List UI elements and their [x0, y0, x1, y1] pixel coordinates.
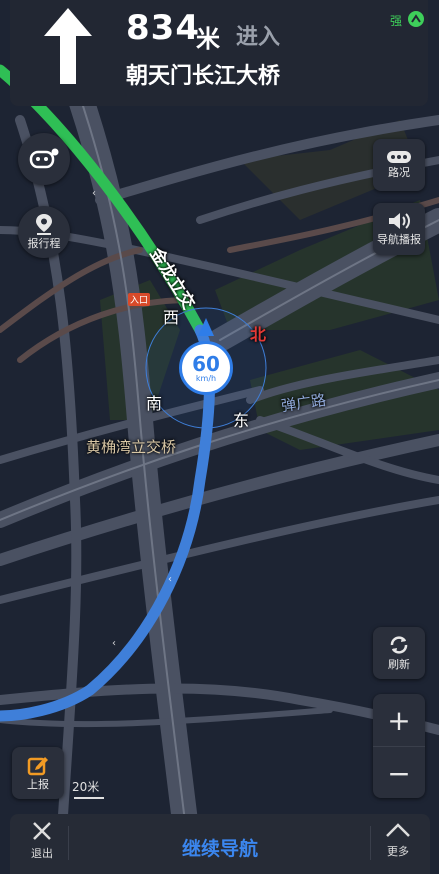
exit-label: 退出	[31, 847, 53, 860]
gps-signal-strength: 强	[390, 14, 403, 28]
scale-label: 20米	[72, 780, 100, 794]
nav-broadcast-button[interactable]: 导航播报	[373, 203, 425, 255]
distance-unit: 米	[196, 25, 220, 53]
road-label-huangjuewan: 黄桷湾立交桥	[86, 438, 177, 456]
refresh-button[interactable]: 刷新	[373, 627, 425, 679]
report-trip-label: 报行程	[27, 237, 61, 250]
chevron-up-icon	[386, 823, 410, 837]
speed-value: 60	[192, 351, 220, 376]
svg-text:‹: ‹	[168, 574, 172, 585]
refresh-icon	[390, 636, 408, 654]
map-scale: 20米	[72, 778, 104, 799]
scale-bar	[74, 797, 104, 799]
speaker-icon	[389, 213, 410, 229]
continue-navigation-button[interactable]: 继续导航	[150, 834, 290, 861]
more-label: 更多	[387, 845, 409, 858]
traffic-dots-icon	[387, 151, 411, 163]
divider	[370, 826, 371, 860]
robot-icon	[29, 148, 59, 169]
compass-north: 北	[250, 325, 267, 344]
report-trip-button[interactable]: 报行程	[18, 206, 70, 258]
svg-text:‹: ‹	[112, 638, 116, 649]
entrance-badge: 入口	[128, 293, 151, 306]
straight-arrow-icon	[44, 8, 92, 84]
zoom-in-button[interactable]: +	[373, 694, 425, 747]
location-pin-icon	[36, 214, 52, 235]
svg-text:‹: ‹	[92, 188, 96, 199]
next-road-name: 朝天门长江大桥	[126, 64, 281, 89]
gps-signal-icon	[408, 11, 424, 27]
compass-west: 西	[163, 308, 180, 327]
report-button[interactable]: 上报	[12, 747, 64, 799]
voice-assistant-button[interactable]	[18, 133, 70, 185]
turn-distance: 834	[126, 8, 200, 48]
close-icon	[33, 822, 51, 840]
report-label: 上报	[27, 778, 49, 791]
divider	[68, 826, 69, 860]
compass-east: 东	[233, 411, 250, 430]
exit-button[interactable]: 退出	[22, 820, 62, 861]
edit-report-icon	[27, 757, 48, 776]
turn-action: 进入	[236, 25, 281, 50]
more-button[interactable]: 更多	[378, 820, 418, 859]
zoom-control: + −	[373, 694, 425, 798]
traffic-button[interactable]: 路况	[373, 139, 425, 191]
refresh-label: 刷新	[388, 658, 410, 671]
speed-indicator: 60 km/h	[179, 341, 233, 395]
speed-unit: km/h	[195, 373, 217, 383]
turn-guidance-card[interactable]: 834 米 进入 朝天门长江大桥 强	[10, 0, 428, 106]
compass-south: 南	[146, 394, 163, 413]
zoom-out-button[interactable]: −	[373, 747, 425, 799]
bottom-bar: 退出 继续导航 更多	[10, 814, 430, 874]
nav-broadcast-label: 导航播报	[377, 233, 421, 246]
traffic-label: 路况	[388, 166, 410, 179]
